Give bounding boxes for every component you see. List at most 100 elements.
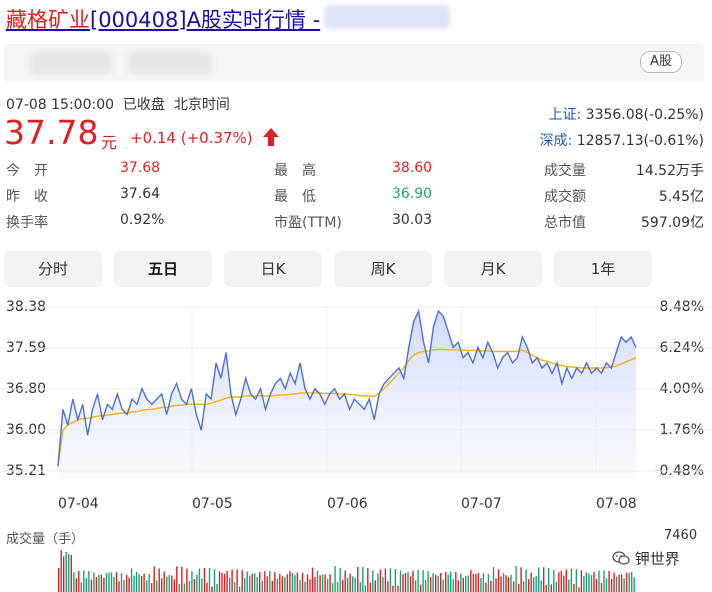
volume-bar xyxy=(347,577,349,592)
volume-bar xyxy=(372,570,374,592)
volume-bar xyxy=(90,579,93,592)
volume-bar xyxy=(600,582,603,592)
volume-bar xyxy=(522,581,525,592)
volume-bar xyxy=(382,576,384,592)
volume-bar xyxy=(259,571,261,592)
volume-bar xyxy=(256,577,258,592)
volume-bar xyxy=(231,569,233,592)
volume-bar xyxy=(291,573,294,592)
volume-bar xyxy=(598,570,600,592)
volume-bar xyxy=(93,572,95,592)
volume-bar xyxy=(440,573,442,592)
volume-bar xyxy=(550,584,552,592)
volume-bar xyxy=(495,578,497,592)
stat-value: 597.09亿 xyxy=(641,215,704,231)
volume-bar xyxy=(218,571,221,592)
volume-bar xyxy=(326,578,329,592)
index-shanghai[interactable]: 上证: 3356.08(-0.25%) xyxy=(548,104,704,124)
volume-bar xyxy=(580,570,583,592)
index-shenzhen[interactable]: 深成: 12857.13(-0.61%) xyxy=(540,130,704,150)
volume-bar xyxy=(166,576,168,592)
volume-bar xyxy=(266,576,268,592)
volume-bar xyxy=(565,569,567,592)
blurred-block xyxy=(30,52,112,74)
volume-bar xyxy=(595,578,598,592)
volume-bar xyxy=(608,571,610,592)
volume-bar xyxy=(146,580,148,592)
volume-bar xyxy=(324,574,326,592)
volume-bar xyxy=(206,582,208,592)
up-arrow-icon xyxy=(263,128,279,146)
tab-3[interactable]: 周K xyxy=(334,251,432,287)
volume-bar xyxy=(223,574,226,592)
volume-bar xyxy=(304,581,306,592)
volume-bar xyxy=(123,579,125,592)
volume-bar xyxy=(181,567,183,592)
volume-bar xyxy=(100,574,103,592)
volume-bar xyxy=(261,580,263,592)
tab-0[interactable]: 分时 xyxy=(4,251,102,287)
tab-2[interactable]: 日K xyxy=(224,251,322,287)
volume-bar xyxy=(163,571,165,592)
volume-bar xyxy=(618,574,620,592)
title-suffix: A股实时行情 - xyxy=(186,8,321,32)
stat-label: 最 低 xyxy=(274,189,316,205)
watermark: 钾世界 xyxy=(612,548,680,569)
volume-bar xyxy=(485,582,487,592)
volume-bar xyxy=(264,571,266,592)
volume-bar xyxy=(281,576,284,592)
volume-bar xyxy=(422,570,424,592)
tab-4[interactable]: 月K xyxy=(444,251,542,287)
volume-bar xyxy=(156,580,158,592)
volume-label: 成交量（手） xyxy=(6,532,85,547)
volume-bar xyxy=(203,567,206,592)
volume-bar xyxy=(477,573,480,592)
volume-bar xyxy=(138,574,140,592)
volume-bar xyxy=(510,574,512,592)
volume-bar xyxy=(246,571,248,592)
volume-bar xyxy=(377,573,379,592)
market-badge[interactable]: A股 xyxy=(640,51,682,73)
volume-bar xyxy=(151,583,153,592)
volume-bar xyxy=(311,567,314,592)
volume-bar xyxy=(462,577,464,592)
x-tick: 07-05 xyxy=(192,496,233,512)
volume-bar xyxy=(525,569,527,592)
volume-bar xyxy=(399,570,402,592)
volume-bar xyxy=(201,578,203,592)
tab-1[interactable]: 五日 xyxy=(114,251,212,287)
volume-bar xyxy=(517,583,520,592)
x-tick: 07-08 xyxy=(596,496,637,512)
volume-bar xyxy=(78,570,80,592)
volume-bar xyxy=(135,571,138,592)
price-chart[interactable] xyxy=(0,290,712,520)
volume-bar xyxy=(475,573,477,592)
index-name[interactable]: 上证: xyxy=(548,107,581,123)
volume-bar xyxy=(254,573,256,592)
volume-bar xyxy=(63,556,65,592)
volume-bar xyxy=(198,568,201,592)
timezone-label: 北京时间 xyxy=(173,97,230,113)
volume-bar xyxy=(73,572,75,592)
volume-bar xyxy=(188,581,191,592)
volume-bar xyxy=(98,574,100,592)
volume-bar xyxy=(502,573,505,592)
stock-code: [000408] xyxy=(90,8,187,32)
x-tick: 07-04 xyxy=(58,496,99,512)
tab-5[interactable]: 1年 xyxy=(554,251,652,287)
volume-bar xyxy=(226,570,228,592)
index-name[interactable]: 深成: xyxy=(540,133,573,149)
volume-bar xyxy=(442,579,444,592)
volume-bar xyxy=(362,567,364,592)
volume-bar xyxy=(417,569,419,592)
volume-bar xyxy=(605,578,608,592)
page-title[interactable]: 藏格矿业[000408]A股实时行情 - xyxy=(6,4,320,34)
stock-name: 藏格矿业 xyxy=(6,8,90,32)
blurred-info-bar xyxy=(4,44,704,82)
volume-bar xyxy=(543,567,545,592)
volume-bar xyxy=(457,580,459,592)
volume-bar xyxy=(512,581,515,592)
quote-status: 07-08 15:00:00 已收盘 北京时间 xyxy=(6,94,230,114)
volume-bar xyxy=(153,566,155,592)
volume-bar xyxy=(354,577,356,592)
